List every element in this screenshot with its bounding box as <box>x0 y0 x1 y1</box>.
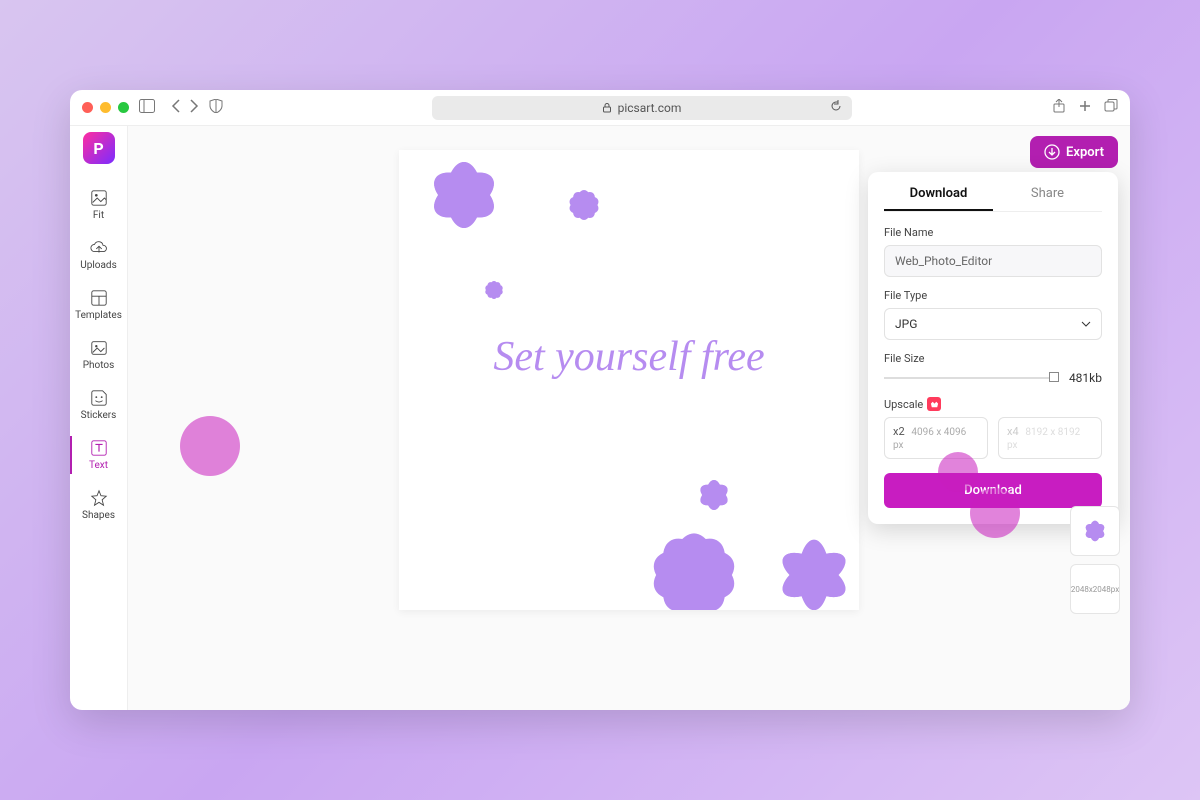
sidebar-item-text[interactable]: Text <box>70 430 127 480</box>
stickers-icon <box>90 389 108 407</box>
upscale-mult: x2 <box>893 425 905 438</box>
sidebar: P Fit Uploads Templates Photos Stickers … <box>70 126 128 710</box>
layer-thumb-flower[interactable] <box>1070 506 1120 556</box>
photos-icon <box>90 339 108 357</box>
flower-shape <box>409 150 519 250</box>
upscale-label: Upscale <box>884 398 923 411</box>
slider-thumb[interactable] <box>1049 372 1059 382</box>
window-controls <box>82 102 129 113</box>
titlebar-right <box>1052 98 1118 117</box>
tabs-icon[interactable] <box>1104 98 1118 117</box>
uploads-icon <box>90 239 108 257</box>
app-body: P Fit Uploads Templates Photos Stickers … <box>70 126 1130 710</box>
file-size-label: File Size <box>884 352 1102 365</box>
flower-shape <box>479 275 509 305</box>
panel-tabs: Download Share <box>884 186 1102 212</box>
file-type-label: File Type <box>884 289 1102 302</box>
export-button[interactable]: Export <box>1030 136 1118 168</box>
back-icon[interactable] <box>171 98 181 117</box>
file-name-input[interactable] <box>884 245 1102 277</box>
address-bar[interactable]: picsart.com <box>432 96 852 120</box>
sidebar-item-label: Photos <box>83 360 115 371</box>
nav-arrows <box>171 98 199 117</box>
sidebar-item-photos[interactable]: Photos <box>70 330 127 380</box>
upscale-mult: x4 <box>1007 425 1019 438</box>
upscale-x2[interactable]: x2 4096 x 4096 px <box>884 417 988 459</box>
sidebar-item-uploads[interactable]: Uploads <box>70 230 127 280</box>
main-area: Export Set yourself free Download Share … <box>128 126 1130 710</box>
file-type-select[interactable]: JPG <box>884 308 1102 340</box>
titlebar: picsart.com <box>70 90 1130 126</box>
templates-icon <box>90 289 108 307</box>
flower-shape <box>759 520 859 610</box>
sidebar-item-label: Text <box>89 460 108 471</box>
file-name-label: File Name <box>884 226 1102 239</box>
flower-shape <box>559 180 609 230</box>
export-panel: Download Share File Name File Type JPG F… <box>868 172 1118 524</box>
canvas[interactable]: Set yourself free <box>399 150 859 610</box>
file-size-slider[interactable] <box>884 377 1059 379</box>
fit-icon <box>90 189 108 207</box>
minimize-window-icon[interactable] <box>100 102 111 113</box>
canvas-text[interactable]: Set yourself free <box>493 333 764 381</box>
sidebar-item-stickers[interactable]: Stickers <box>70 380 127 430</box>
layer-thumb-size[interactable]: 2048x2048px <box>1070 564 1120 614</box>
file-type-value: JPG <box>895 317 917 331</box>
upscale-options: x2 4096 x 4096 px x4 8192 x 8192 px <box>884 417 1102 459</box>
new-tab-icon[interactable] <box>1078 98 1092 117</box>
flower-shape <box>629 510 759 610</box>
sidebar-toggle-icon[interactable] <box>139 98 155 117</box>
sidebar-item-label: Templates <box>75 310 122 321</box>
download-button[interactable]: Download <box>884 473 1102 508</box>
tab-share[interactable]: Share <box>993 186 1102 211</box>
app-logo[interactable]: P <box>83 132 115 164</box>
close-window-icon[interactable] <box>82 102 93 113</box>
text-icon <box>90 439 108 457</box>
address-bar-wrap: picsart.com <box>241 96 1042 120</box>
sidebar-item-templates[interactable]: Templates <box>70 280 127 330</box>
maximize-window-icon[interactable] <box>118 102 129 113</box>
export-label: Export <box>1066 145 1104 160</box>
shapes-icon <box>90 489 108 507</box>
sidebar-item-shapes[interactable]: Shapes <box>70 480 127 530</box>
share-icon[interactable] <box>1052 98 1066 117</box>
file-size-row: 481kb <box>884 371 1102 385</box>
export-icon <box>1044 144 1060 160</box>
chevron-down-icon <box>1081 321 1091 327</box>
url-text: picsart.com <box>618 101 682 115</box>
sidebar-item-label: Fit <box>93 210 104 221</box>
sidebar-item-label: Stickers <box>81 410 117 421</box>
upscale-x4[interactable]: x4 8192 x 8192 px <box>998 417 1102 459</box>
forward-icon[interactable] <box>189 98 199 117</box>
refresh-icon[interactable] <box>830 100 842 115</box>
tab-download[interactable]: Download <box>884 186 993 211</box>
file-size-value: 481kb <box>1069 371 1102 385</box>
lock-icon <box>602 103 612 113</box>
shield-icon[interactable] <box>209 98 223 117</box>
layer-thumbs: 2048x2048px <box>1070 506 1120 614</box>
sidebar-item-fit[interactable]: Fit <box>70 180 127 230</box>
premium-badge-icon <box>927 397 941 411</box>
upscale-label-row: Upscale <box>884 397 1102 411</box>
sidebar-item-label: Uploads <box>80 260 116 271</box>
sidebar-item-label: Shapes <box>82 510 115 521</box>
app-window: picsart.com P Fit Uploads Templates Phot… <box>70 90 1130 710</box>
